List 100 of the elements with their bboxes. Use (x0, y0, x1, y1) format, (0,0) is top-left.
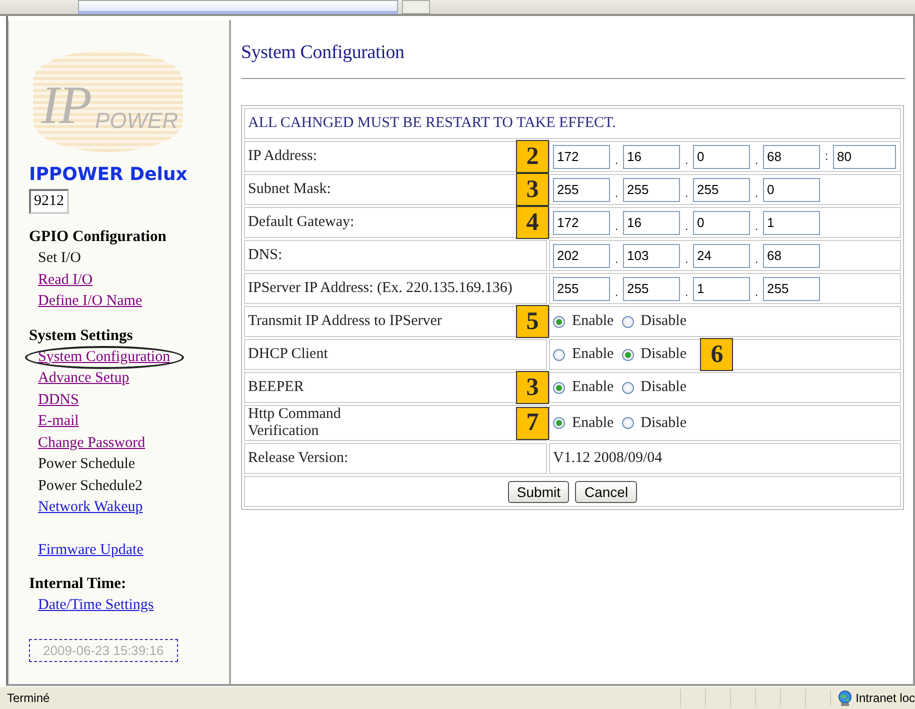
menu-link[interactable]: System Configuration (38, 346, 170, 368)
section-heading: Internal Time: (29, 575, 128, 593)
page-title: System Configuration (241, 42, 905, 79)
menu-link[interactable]: Network Wakeup (38, 497, 143, 518)
field-label: Transmit IP Address to IPServer (248, 313, 442, 330)
browser-tab[interactable] (78, 0, 398, 14)
dot-separator: . (684, 218, 690, 234)
radio-label[interactable]: Disable (640, 313, 686, 330)
callout-badge: 7 (516, 406, 549, 440)
octet-field[interactable]: 1 (763, 210, 820, 234)
octet-field[interactable]: 0 (763, 178, 820, 202)
menu-item[interactable]: Power Schedule2 (38, 476, 143, 497)
octet-field[interactable]: 103 (623, 244, 680, 268)
field-label: IPServer IP Address: (Ex. 220.135.169.136) (248, 280, 512, 297)
new-tab-button[interactable] (402, 0, 430, 14)
dot-separator: . (754, 152, 760, 168)
radio-button[interactable] (553, 382, 565, 394)
field-label: BEEPER (248, 379, 304, 396)
callout-badge: 3 (516, 371, 549, 404)
radio-label[interactable]: Disable (640, 346, 686, 363)
radio-label[interactable]: Enable (572, 414, 614, 432)
octet-field[interactable]: 172 (553, 210, 610, 234)
radio-label[interactable]: Disable (640, 379, 686, 396)
dot-separator: . (684, 186, 690, 202)
field-label: Subnet Mask: (248, 181, 331, 198)
clock-display: 2009-06-23 15:39:16 (29, 638, 178, 662)
octet-field[interactable]: 24 (693, 244, 750, 268)
menu-link[interactable]: Date/Time Settings (38, 595, 154, 616)
radio-button[interactable] (622, 316, 634, 328)
device-id-field: 9212 (29, 189, 69, 214)
product-name: IPPOWER Delux (29, 164, 188, 185)
menu-item[interactable]: Set I/O (38, 248, 81, 270)
form-button[interactable]: Cancel (575, 480, 638, 502)
radio-label[interactable]: Enable (572, 346, 614, 363)
radio-button[interactable] (553, 348, 565, 360)
dot-separator: . (614, 252, 620, 268)
callout-badge: 3 (516, 173, 549, 206)
octet-field[interactable]: 0 (693, 210, 750, 234)
radio-button[interactable] (622, 348, 634, 360)
octet-field[interactable]: 172 (553, 144, 610, 168)
dot-separator: . (614, 284, 620, 300)
field-label: Release Version: (248, 450, 348, 467)
dot-separator: . (684, 284, 690, 300)
section-heading: System Settings (29, 326, 134, 344)
port-field[interactable]: 80 (833, 144, 896, 168)
octet-field[interactable]: 16 (623, 144, 680, 168)
dot-separator: . (754, 252, 760, 268)
radio-label[interactable]: Enable (572, 379, 614, 396)
field-label: Http Command Verification (248, 406, 341, 440)
dot-separator: . (684, 152, 690, 168)
octet-field[interactable]: 255 (763, 276, 820, 300)
dot-separator: . (754, 284, 760, 300)
colon-separator: : (824, 148, 830, 164)
octet-field[interactable]: 68 (763, 144, 820, 168)
menu-link[interactable]: Define I/O Name (38, 291, 142, 312)
radio-button[interactable] (622, 382, 634, 394)
octet-field[interactable]: 255 (623, 178, 680, 202)
callout-badge: 6 (700, 338, 734, 371)
dot-separator: . (614, 218, 620, 234)
section-heading: GPIO Configuration (29, 228, 168, 246)
menu-link[interactable]: DDNS (38, 390, 79, 411)
menu-link[interactable]: Change Password (38, 432, 146, 454)
menu-item[interactable]: Power Schedule (38, 454, 136, 476)
octet-field[interactable]: 0 (693, 144, 750, 168)
notice-text: ALL CAHNGED MUST BE RESTART TO TAKE EFFECT. (248, 115, 616, 131)
form-button[interactable]: Submit (508, 480, 570, 502)
radio-label[interactable]: Enable (572, 313, 614, 330)
octet-field[interactable]: 255 (553, 276, 610, 300)
menu-link[interactable]: Read I/O (38, 270, 93, 291)
menu-link[interactable]: Firmware Update (38, 540, 144, 561)
octet-field[interactable]: 255 (693, 178, 750, 202)
callout-badge: 4 (516, 206, 549, 239)
menu-link[interactable]: Advance Setup (38, 368, 130, 390)
octet-field[interactable]: 202 (553, 244, 610, 268)
field-label: Default Gateway: (248, 214, 354, 231)
dot-separator: . (614, 152, 620, 168)
octet-field[interactable]: 16 (623, 210, 680, 234)
radio-button[interactable] (553, 316, 565, 328)
dot-separator: . (684, 252, 690, 268)
logo: IP POWER (33, 50, 183, 152)
globe-icon (836, 690, 853, 706)
radio-button[interactable] (622, 417, 634, 429)
dot-separator: . (754, 186, 760, 202)
radio-button[interactable] (553, 417, 565, 429)
field-label: IP Address: (248, 148, 318, 165)
status-text: Terminé (7, 691, 51, 705)
dot-separator: . (614, 186, 620, 202)
callout-badge: 2 (516, 140, 549, 173)
version-text: V1.12 2008/09/04 (553, 450, 662, 467)
field-label: DHCP Client (248, 346, 328, 363)
octet-field[interactable]: 68 (763, 244, 820, 268)
octet-field[interactable]: 255 (623, 276, 680, 300)
dot-separator: . (754, 218, 760, 234)
octet-field[interactable]: 255 (553, 178, 610, 202)
menu-link[interactable]: E-mail (38, 411, 79, 432)
field-label: DNS: (248, 247, 282, 264)
callout-badge: 5 (516, 305, 549, 338)
radio-label[interactable]: Disable (640, 414, 686, 432)
octet-field[interactable]: 1 (693, 276, 750, 300)
zone-text: Intranet loc (856, 691, 915, 705)
